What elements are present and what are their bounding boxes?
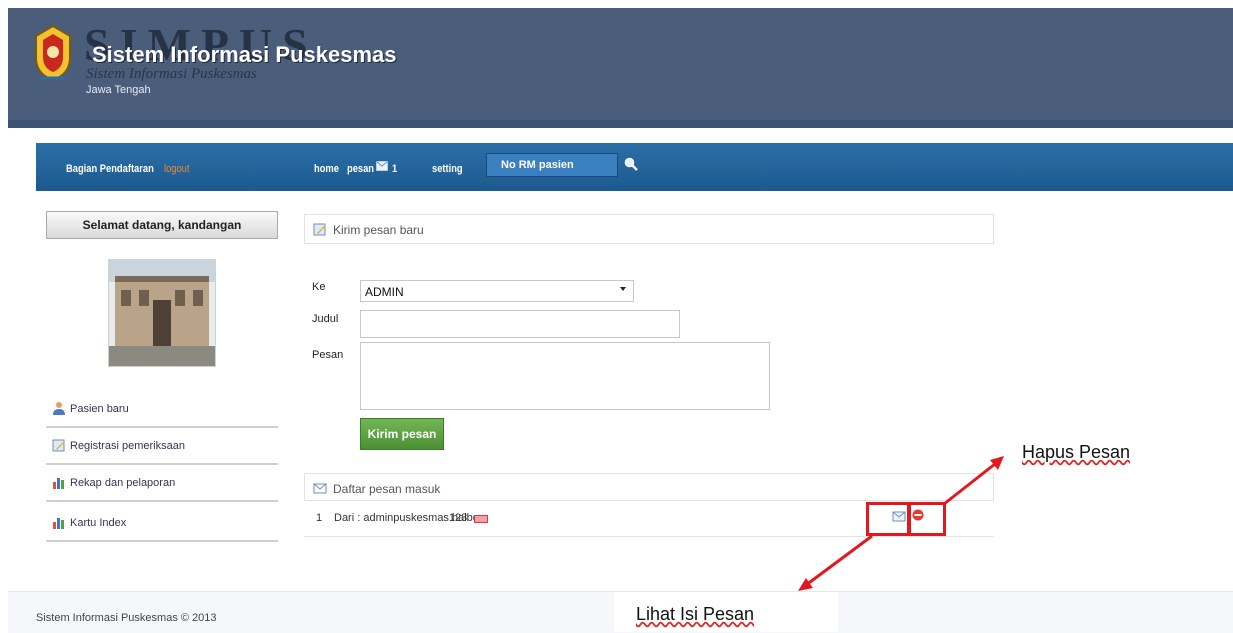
chevron-down-icon[interactable] bbox=[620, 287, 626, 291]
message-textarea[interactable] bbox=[360, 342, 770, 410]
annotation-label-hapus: Hapus Pesan bbox=[1022, 442, 1131, 462]
mail-icon bbox=[313, 483, 327, 494]
nav-setting-link[interactable]: setting bbox=[432, 163, 463, 175]
new-message-icon bbox=[474, 515, 488, 523]
to-label: Ke bbox=[312, 281, 326, 293]
annotation-view-highlight bbox=[866, 502, 910, 536]
compose-title: Kirim pesan baru bbox=[333, 223, 424, 237]
subject-input[interactable] bbox=[360, 310, 680, 338]
edit-icon bbox=[52, 439, 65, 452]
sidebar-item-registrasi-pemeriksaan[interactable]: Registrasi pemeriksaan bbox=[46, 429, 278, 465]
compose-panel-header: Kirim pesan baru bbox=[304, 214, 994, 244]
recipient-select[interactable]: ADMIN bbox=[360, 280, 634, 302]
logo-subtitle: Sistem Informasi Puskesmas bbox=[86, 66, 257, 82]
sidebar-item-rekap-dan-pelaporan[interactable]: Rekap dan pelaporan bbox=[46, 466, 278, 502]
inbox-title: Daftar pesan masuk bbox=[333, 482, 441, 496]
bar-chart-icon bbox=[53, 478, 64, 489]
sidebar-item-label: Registrasi pemeriksaan bbox=[70, 440, 185, 452]
puskesmas-building-photo bbox=[108, 259, 216, 367]
message-label: Pesan bbox=[312, 349, 344, 361]
sidebar-item-label: Kartu Index bbox=[70, 517, 127, 529]
welcome-banner: Selamat datang, kandangan bbox=[46, 211, 278, 239]
footer-copyright: Sistem Informasi Puskesmas © 2013 bbox=[36, 612, 217, 624]
annotation-label-lihat: Lihat Isi Pesan bbox=[636, 604, 755, 624]
user-icon bbox=[53, 402, 65, 415]
rm-search-input[interactable]: No RM pasien bbox=[486, 153, 618, 177]
subject-label: Judul bbox=[312, 313, 339, 325]
site-title: Sistem Informasi Puskesmas bbox=[92, 42, 397, 67]
nav-pesan-link[interactable]: pesan bbox=[347, 163, 374, 175]
user-role-label: Bagian Pendaftaran bbox=[66, 163, 154, 175]
logo-emblem-icon bbox=[35, 24, 71, 82]
send-message-button[interactable]: Kirim pesan bbox=[360, 418, 444, 450]
inbox-panel-header: Daftar pesan masuk bbox=[304, 473, 994, 501]
sidebar-item-label: Pasien baru bbox=[70, 403, 129, 415]
edit-icon bbox=[313, 223, 326, 236]
sidebar-item-kartu-index[interactable]: Kartu Index bbox=[46, 506, 278, 542]
message-sender: Dari : adminpuskesmas123 bbox=[334, 512, 468, 524]
nav-home-link[interactable]: home bbox=[314, 163, 339, 175]
sidebar-item-pasien-baru[interactable]: Pasien baru bbox=[46, 392, 278, 428]
region-label: Jawa Tengah bbox=[86, 84, 151, 96]
header-strip bbox=[8, 120, 1233, 128]
mail-icon[interactable] bbox=[376, 161, 388, 171]
annotation-delete-highlight bbox=[908, 502, 946, 536]
bar-chart-icon bbox=[53, 518, 64, 529]
message-count-badge: 1 bbox=[392, 163, 398, 175]
sidebar-item-label: Rekap dan pelaporan bbox=[70, 477, 176, 489]
search-icon[interactable] bbox=[624, 157, 638, 171]
logout-link[interactable]: logout bbox=[164, 163, 189, 175]
message-number: 1 bbox=[316, 512, 323, 524]
